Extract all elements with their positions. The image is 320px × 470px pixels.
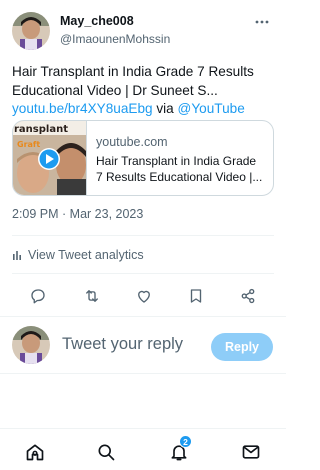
search-icon[interactable] [95, 441, 117, 463]
view-analytics-link[interactable]: View Tweet analytics [12, 248, 144, 262]
tweet-text: Hair Transplant in India Grade 7 Results… [12, 63, 274, 119]
bottom-navigation: 2 [0, 428, 286, 470]
divider [12, 235, 274, 236]
reply-composer: Reply [0, 316, 286, 374]
avatar[interactable] [12, 326, 50, 364]
thumb-text-top: ransplant [14, 124, 68, 135]
tweet-timestamp[interactable]: 2:09 PM · Mar 23, 2023 [12, 207, 143, 221]
reply-button[interactable]: Reply [211, 333, 273, 361]
link-preview-card[interactable]: ransplant Graft youtube.com Hair Transpl… [12, 120, 274, 196]
thumb-text-bottom: Graft [17, 140, 40, 149]
retweet-icon[interactable] [82, 286, 102, 306]
analytics-label: View Tweet analytics [28, 248, 144, 262]
notification-badge: 2 [179, 435, 192, 448]
display-name[interactable]: May_che008 [60, 14, 134, 28]
tweet-text-line: Hair Transplant in India Grade 7 Results [12, 64, 254, 79]
avatar[interactable] [12, 12, 50, 50]
reply-icon[interactable] [28, 286, 48, 306]
tweet-link[interactable]: youtu.be/br4XY8uaEbg [12, 101, 153, 116]
home-icon[interactable] [24, 441, 46, 463]
reply-input[interactable] [62, 335, 202, 354]
tweet-author: May_che008 @ImaounenMohssin [12, 12, 274, 52]
notifications-icon[interactable]: 2 [168, 435, 192, 463]
more-options-icon[interactable] [252, 12, 272, 32]
divider [12, 273, 274, 274]
mention-link[interactable]: @YouTube [178, 101, 245, 116]
tweet-text-line: Educational Video | Dr Suneet S... [12, 82, 218, 98]
like-icon[interactable] [134, 286, 154, 306]
tweet-actions [12, 286, 274, 306]
tweet-links-line: youtu.be/br4XY8uaEbg via @YouTube [12, 100, 274, 119]
via-text: via [156, 101, 174, 116]
analytics-icon [13, 251, 21, 260]
user-handle[interactable]: @ImaounenMohssin [60, 32, 170, 46]
messages-icon[interactable] [240, 441, 262, 463]
card-title: Hair Transplant in India Grade 7 Results… [96, 154, 263, 184]
bookmark-icon[interactable] [186, 286, 206, 306]
card-domain: youtube.com [96, 135, 168, 149]
share-icon[interactable] [238, 286, 258, 306]
card-thumbnail: ransplant Graft [13, 121, 87, 195]
